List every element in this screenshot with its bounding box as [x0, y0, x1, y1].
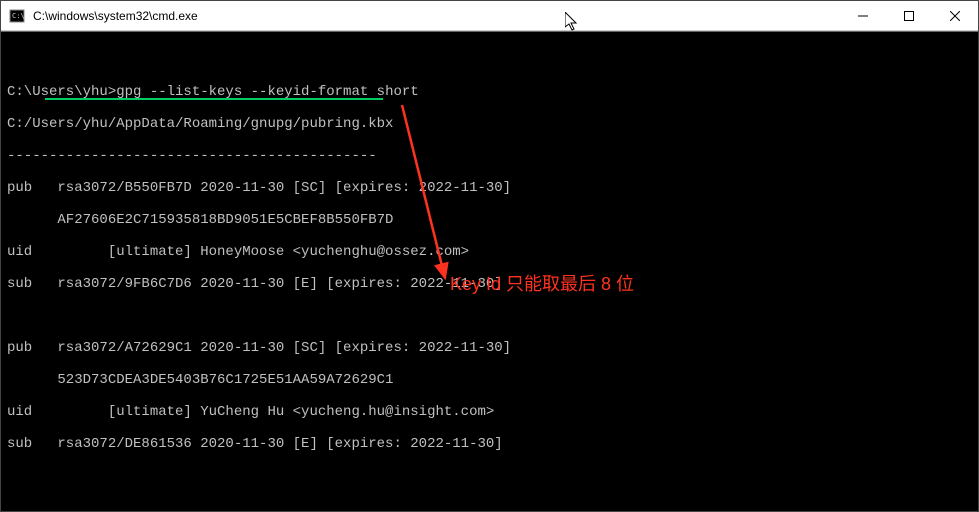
terminal-line: sub rsa3072/9FB6C7D6 2020-11-30 [E] [exp…: [7, 276, 972, 292]
close-button[interactable]: [932, 1, 978, 30]
terminal-area[interactable]: C:\Users\yhu>gpg --list-keys --keyid-for…: [1, 31, 978, 511]
terminal-line: uid [ultimate] HoneyMoose <yuchenghu@oss…: [7, 244, 972, 260]
maximize-button[interactable]: [886, 1, 932, 30]
terminal-line: C:/Users/yhu/AppData/Roaming/gnupg/pubri…: [7, 116, 972, 132]
terminal-line: [7, 500, 972, 511]
svg-text:C:\: C:\: [12, 12, 25, 20]
cmd-window: C:\ C:\windows\system32\cmd.exe C:\Users…: [0, 0, 979, 512]
annotation-underline: [45, 98, 383, 100]
terminal-line: ----------------------------------------…: [7, 148, 972, 164]
terminal-line: sub rsa3072/DE861536 2020-11-30 [E] [exp…: [7, 436, 972, 452]
window-title: C:\windows\system32\cmd.exe: [33, 9, 840, 23]
terminal-line: [7, 468, 972, 484]
minimize-button[interactable]: [840, 1, 886, 30]
terminal-line: pub rsa3072/B550FB7D 2020-11-30 [SC] [ex…: [7, 180, 972, 196]
terminal-line: pub rsa3072/A72629C1 2020-11-30 [SC] [ex…: [7, 340, 972, 356]
window-controls: [840, 1, 978, 30]
titlebar[interactable]: C:\ C:\windows\system32\cmd.exe: [1, 1, 978, 31]
cmd-icon: C:\: [7, 6, 27, 26]
terminal-line: [7, 52, 972, 68]
terminal-line: 523D73CDEA3DE5403B76C1725E51AA59A72629C1: [7, 372, 972, 388]
terminal-line: AF27606E2C715935818BD9051E5CBEF8B550FB7D: [7, 212, 972, 228]
terminal-line: uid [ultimate] YuCheng Hu <yucheng.hu@in…: [7, 404, 972, 420]
terminal-line: [7, 308, 972, 324]
